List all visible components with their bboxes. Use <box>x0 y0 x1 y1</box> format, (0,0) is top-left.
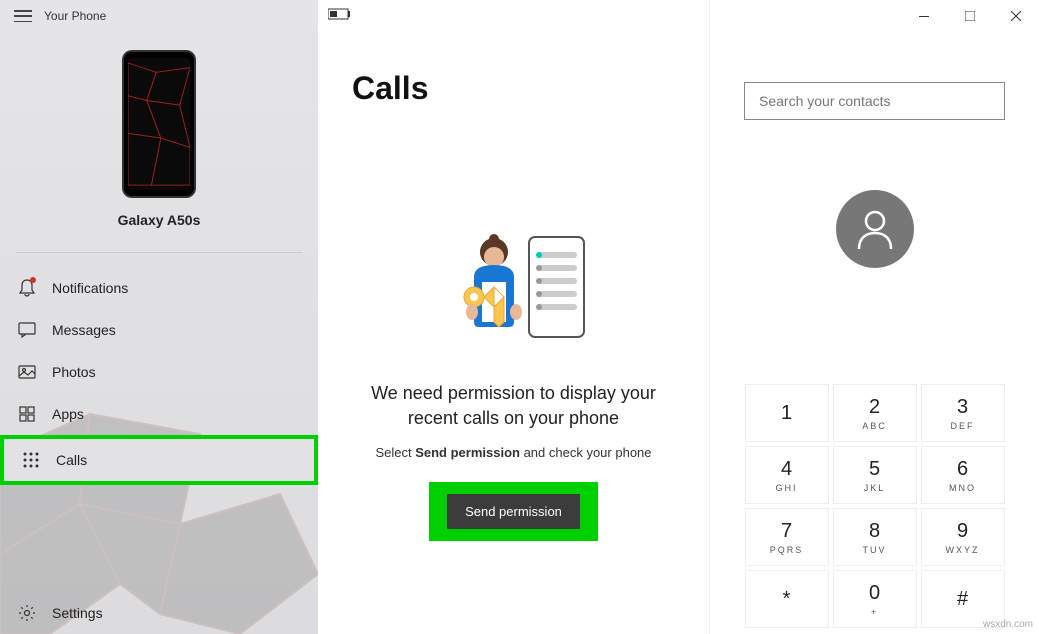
sidebar-item-apps[interactable]: Apps <box>0 393 318 435</box>
key-num: 2 <box>869 396 880 419</box>
sidebar-item-messages[interactable]: Messages <box>0 309 318 351</box>
key-num: 9 <box>957 520 968 543</box>
avatar <box>836 190 914 268</box>
titlebar: Your Phone <box>0 0 1039 32</box>
key-num: 3 <box>957 396 968 419</box>
key-num: 1 <box>781 402 792 425</box>
key-num: * <box>783 588 791 611</box>
maximize-button[interactable] <box>947 0 993 32</box>
nav-label: Notifications <box>52 280 128 296</box>
contacts-panel: 12ABC3DEF4GHI5JKL6MNO7PQRS8TUV9WXYZ*0+# <box>710 0 1039 634</box>
dial-key-6[interactable]: 6 MNO <box>921 446 1005 504</box>
dial-key-7[interactable]: 7 PQRS <box>745 508 829 566</box>
send-permission-highlight: Send permission <box>429 482 598 541</box>
sidebar: Galaxy A50s Notifications Messages Photo… <box>0 0 318 634</box>
photo-icon <box>18 363 36 381</box>
main-panel: Calls We need permission to display your… <box>318 0 710 634</box>
key-letters: WXYZ <box>946 545 980 555</box>
key-num: 4 <box>781 458 792 481</box>
dial-key-8[interactable]: 8 TUV <box>833 508 917 566</box>
key-letters: TUV <box>863 545 887 555</box>
phone-device-image <box>122 50 196 198</box>
sidebar-item-notifications[interactable]: Notifications <box>0 267 318 309</box>
notification-dot <box>30 277 36 283</box>
hamburger-menu-icon[interactable] <box>14 10 32 22</box>
key-num: 7 <box>781 520 792 543</box>
nav-label: Photos <box>52 364 96 380</box>
page-title: Calls <box>352 70 675 107</box>
key-letters: MNO <box>949 483 976 493</box>
dial-key-1[interactable]: 1 <box>745 384 829 442</box>
key-num: 5 <box>869 458 880 481</box>
sidebar-item-calls[interactable]: Calls <box>0 435 318 485</box>
key-letters: PQRS <box>770 545 804 555</box>
battery-icon <box>328 7 352 25</box>
divider <box>16 252 302 253</box>
dial-key-4[interactable]: 4 GHI <box>745 446 829 504</box>
dial-key-3[interactable]: 3 DEF <box>921 384 1005 442</box>
watermark: wsxdn.com <box>983 619 1033 630</box>
permission-heading: We need permission to display your recen… <box>352 381 675 431</box>
dial-key-2[interactable]: 2 ABC <box>833 384 917 442</box>
sidebar-item-settings[interactable]: Settings <box>0 592 318 634</box>
window-controls <box>901 0 1039 32</box>
dial-key-0[interactable]: 0+ <box>833 570 917 628</box>
phone-name: Galaxy A50s <box>118 212 201 228</box>
send-permission-button[interactable]: Send permission <box>447 494 580 529</box>
search-input[interactable] <box>744 82 1005 120</box>
phone-preview: Galaxy A50s <box>0 40 318 246</box>
permission-illustration <box>352 227 675 357</box>
key-letters: + <box>871 607 878 617</box>
dialpad-icon <box>22 451 40 469</box>
nav-list: Notifications Messages Photos Apps Calls <box>0 267 318 485</box>
nav-label: Calls <box>56 452 87 468</box>
nav-label: Settings <box>52 605 103 621</box>
gear-icon <box>18 604 36 622</box>
minimize-button[interactable] <box>901 0 947 32</box>
message-icon <box>18 321 36 339</box>
apps-icon <box>18 405 36 423</box>
sidebar-item-photos[interactable]: Photos <box>0 351 318 393</box>
key-letters: ABC <box>862 421 887 431</box>
key-letters: JKL <box>864 483 886 493</box>
app-title: Your Phone <box>44 9 106 23</box>
key-num: 6 <box>957 458 968 481</box>
nav-label: Messages <box>52 322 116 338</box>
dial-key-*[interactable]: * <box>745 570 829 628</box>
close-button[interactable] <box>993 0 1039 32</box>
key-letters: GHI <box>775 483 797 493</box>
key-letters: DEF <box>951 421 975 431</box>
key-num: 8 <box>869 520 880 543</box>
permission-subtext: Select Send permission and check your ph… <box>352 445 675 460</box>
dial-key-9[interactable]: 9 WXYZ <box>921 508 1005 566</box>
dial-key-5[interactable]: 5 JKL <box>833 446 917 504</box>
nav-label: Apps <box>52 406 84 422</box>
key-num: # <box>957 588 968 611</box>
dialpad: 12ABC3DEF4GHI5JKL6MNO7PQRS8TUV9WXYZ*0+# <box>745 384 1005 628</box>
key-num: 0 <box>869 582 880 605</box>
